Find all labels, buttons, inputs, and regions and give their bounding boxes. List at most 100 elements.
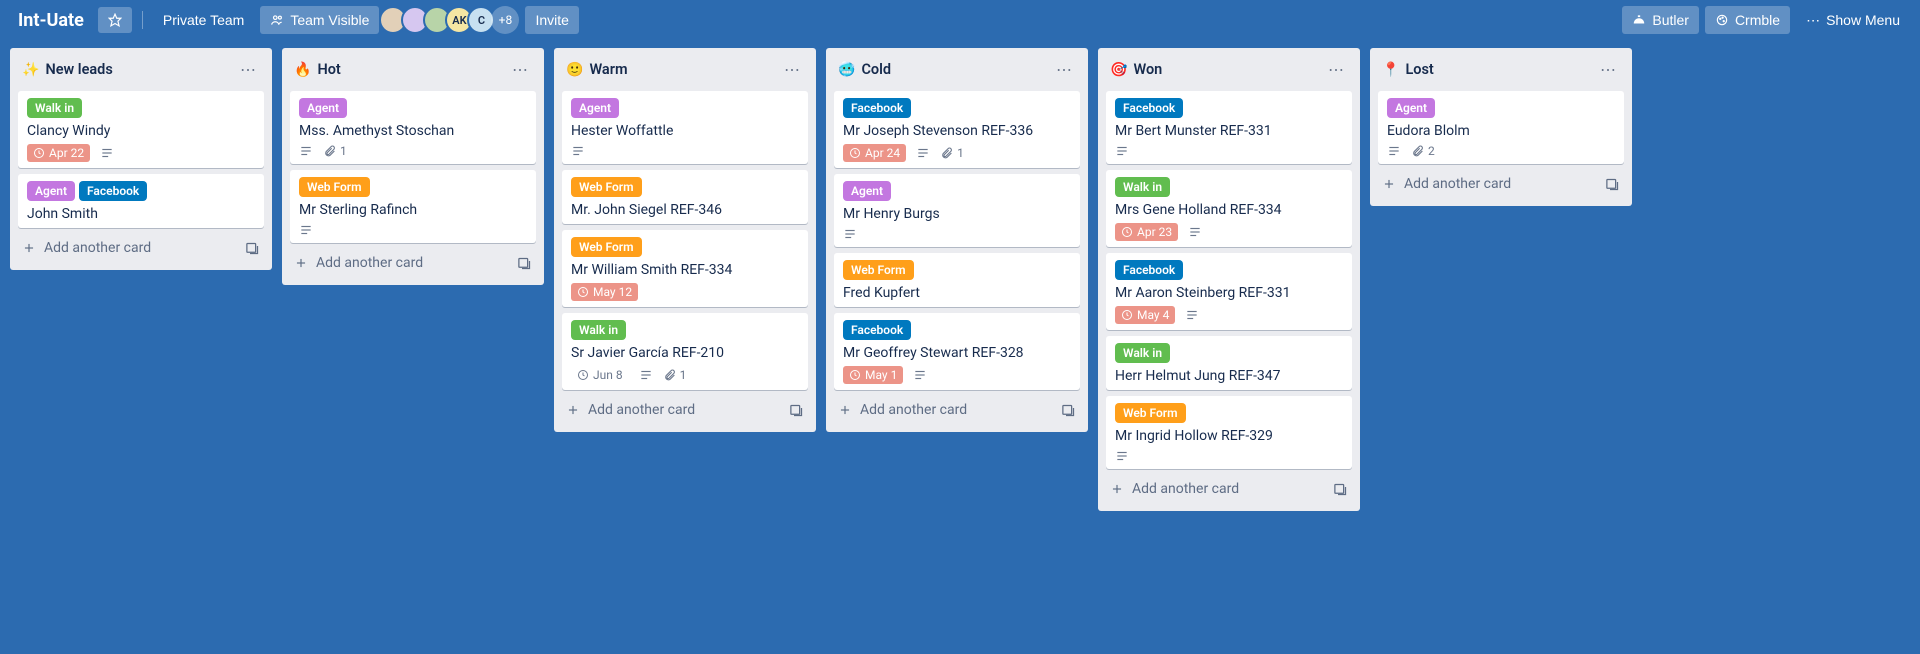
label-walkin[interactable]: Walk in [1115,177,1170,197]
card-labels: Web Form [843,260,1071,280]
card[interactable]: Facebook Mr Bert Munster REF-331 [1106,91,1352,164]
due-badge[interactable]: May 1 [843,366,903,384]
card[interactable]: AgentMss. Amethyst Stoschan1 [290,91,536,164]
card[interactable]: FacebookMr Geoffrey Stewart REF-328May 1 [834,313,1080,390]
star-button[interactable] [98,7,132,33]
label-webform[interactable]: Web Form [571,177,642,197]
card[interactable]: Walk inSr Javier García REF-210Jun 81 [562,313,808,390]
plus-icon [838,403,852,417]
card[interactable]: Facebook Mr Aaron Steinberg REF-331 May 4 [1106,253,1352,330]
label-webform[interactable]: Web Form [571,237,642,257]
add-card-button[interactable]: Add another card [1106,475,1352,503]
list-emoji: 🔥 [294,62,311,78]
add-card-button[interactable]: Add another card [562,396,808,424]
team-visible-button[interactable]: Team Visible [260,6,379,34]
due-badge[interactable]: Jun 8 [571,366,629,384]
label-walkin[interactable]: Walk in [571,320,626,340]
label-agent[interactable]: Agent [299,98,347,118]
card-labels: Facebook [1115,98,1343,118]
crmble-button[interactable]: Crmble [1705,6,1790,34]
card[interactable]: Web FormMr Ingrid Hollow REF-329 [1106,396,1352,469]
list-title[interactable]: Warm [589,61,774,78]
card[interactable]: AgentMr Henry Burgs [834,174,1080,247]
list-header: 🥶 Cold ⋯ [834,56,1080,85]
label-facebook[interactable]: Facebook [1115,98,1183,118]
card[interactable]: AgentFacebookJohn Smith [18,174,264,228]
description-icon [571,144,585,158]
list-menu-button[interactable]: ⋯ [1324,58,1348,81]
label-agent[interactable]: Agent [843,181,891,201]
card[interactable]: FacebookMr Joseph Stevenson REF-336Apr 2… [834,91,1080,168]
card-title: Mr Aaron Steinberg REF-331 [1115,285,1343,301]
board-title[interactable]: Int-Uate [10,6,92,35]
card[interactable]: Web FormFred Kupfert [834,253,1080,307]
private-team-button[interactable]: Private Team [153,6,254,34]
due-text: May 4 [1137,308,1169,322]
label-walkin[interactable]: Walk in [27,98,82,118]
label-agent[interactable]: Agent [27,181,75,201]
topbar: Int-Uate Private Team Team Visible AK C … [0,0,1920,40]
due-badge[interactable]: Apr 24 [843,144,906,162]
template-icon[interactable] [1061,403,1076,418]
label-walkin[interactable]: Walk in [1115,343,1170,363]
label-webform[interactable]: Web Form [843,260,914,280]
template-icon[interactable] [1605,177,1620,192]
label-webform[interactable]: Web Form [299,177,370,197]
template-icon[interactable] [517,256,532,271]
list-emoji: 📍 [1382,62,1399,78]
add-card-button[interactable]: Add another card [834,396,1080,424]
card[interactable]: Web FormMr William Smith REF-334May 12 [562,230,808,307]
due-badge[interactable]: May 4 [1115,306,1175,324]
due-badge[interactable]: May 12 [571,283,638,301]
clock-icon [1121,309,1133,321]
list-menu-button[interactable]: ⋯ [236,58,260,81]
list-title[interactable]: Lost [1405,61,1590,78]
template-icon[interactable] [789,403,804,418]
add-card-button[interactable]: Add another card [18,234,264,262]
card[interactable]: Walk inHerr Helmut Jung REF-347 [1106,336,1352,390]
card[interactable]: AgentHester Woffattle [562,91,808,164]
template-icon[interactable] [245,241,260,256]
list-menu-button[interactable]: ⋯ [1596,58,1620,81]
label-agent[interactable]: Agent [1387,98,1435,118]
list: ✨ New leads ⋯ Walk inClancy WindyApr 22A… [10,48,272,270]
invite-button[interactable]: Invite [525,6,578,34]
template-icon[interactable] [1333,482,1348,497]
add-card-button[interactable]: Add another card [290,249,536,277]
card[interactable]: Web FormMr Sterling Rafinch [290,170,536,243]
list-emoji: ✨ [22,62,39,78]
card[interactable]: Walk inClancy WindyApr 22 [18,91,264,168]
show-menu-button[interactable]: ⋯ Show Menu [1796,6,1910,35]
list-title[interactable]: Cold [861,61,1046,78]
butler-label: Butler [1652,12,1689,28]
list-menu-button[interactable]: ⋯ [1052,58,1076,81]
list-title[interactable]: Won [1133,61,1318,78]
card-badges [1115,144,1343,158]
butler-button[interactable]: Butler [1622,6,1699,34]
card-labels: Walk in [27,98,255,118]
attachment-icon [940,147,953,160]
label-facebook[interactable]: Facebook [79,181,147,201]
card[interactable]: Web FormMr. John Siegel REF-346 [562,170,808,224]
due-badge[interactable]: Apr 23 [1115,223,1178,241]
attachment-icon [663,369,676,382]
label-facebook[interactable]: Facebook [843,98,911,118]
due-badge[interactable]: Apr 22 [27,144,90,162]
label-agent[interactable]: Agent [571,98,619,118]
list-title[interactable]: Hot [317,61,502,78]
label-webform[interactable]: Web Form [1115,403,1186,423]
card[interactable]: AgentEudora Blolm2 [1378,91,1624,164]
avatar-overflow[interactable]: +8 [491,6,519,34]
card-labels: Agent [299,98,527,118]
card-title: Mr Bert Munster REF-331 [1115,123,1343,139]
add-card-button[interactable]: Add another card [1378,170,1624,198]
card[interactable]: Walk inMrs Gene Holland REF-334Apr 23 [1106,170,1352,247]
list-title[interactable]: New leads [45,61,230,78]
add-card-label: Add another card [44,240,151,256]
description-icon [1115,449,1129,463]
list-menu-button[interactable]: ⋯ [508,58,532,81]
label-facebook[interactable]: Facebook [1115,260,1183,280]
show-menu-label: Show Menu [1826,12,1900,28]
label-facebook[interactable]: Facebook [843,320,911,340]
list-menu-button[interactable]: ⋯ [780,58,804,81]
